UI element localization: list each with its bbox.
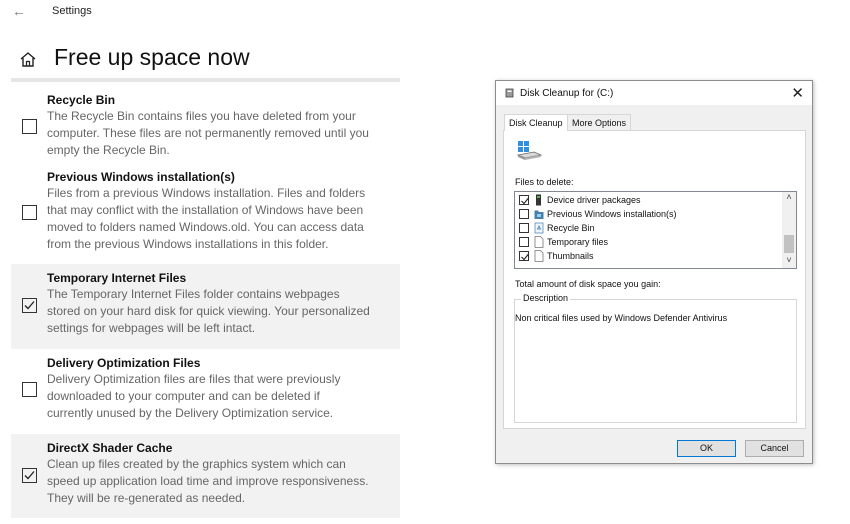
delivery-optimization-checkbox[interactable] <box>22 382 37 397</box>
item-description: The Temporary Internet Files folder cont… <box>47 286 392 337</box>
list-item-previous-windows[interactable]: Previous Windows installation(s) Files f… <box>11 163 400 264</box>
total-space-label: Total amount of disk space you gain: <box>515 279 661 289</box>
file-name: Previous Windows installation(s) <box>547 209 677 219</box>
directx-shader-cache-checkbox[interactable] <box>22 468 37 483</box>
file-row-previous-windows[interactable]: Previous Windows installation(s) <box>519 208 777 222</box>
blank-file-icon <box>534 236 544 248</box>
tab-disk-cleanup[interactable]: Disk Cleanup <box>504 114 568 131</box>
disk-cleanup-app-icon <box>505 88 514 98</box>
desc-line: that may conflict with the installation … <box>47 203 364 217</box>
file-row-thumbnails[interactable]: Thumbnails <box>519 250 777 264</box>
desc-line: Files from a previous Windows installati… <box>47 186 366 200</box>
drive-icon <box>516 141 542 160</box>
desc-line: downloaded to your computer and can be d… <box>47 389 320 403</box>
page-title: Free up space now <box>54 44 250 70</box>
file-list-scrollbar[interactable]: ˄ ˅ <box>782 192 796 268</box>
tab-panel: Files to delete: Device driver packages <box>503 130 806 429</box>
desc-line: They will be re-generated as needed. <box>47 491 246 505</box>
previous-windows-checkbox[interactable] <box>22 205 37 220</box>
desc-line: speed up application load time and impro… <box>47 474 369 488</box>
back-arrow-icon[interactable]: ← <box>12 3 26 19</box>
item-title: Previous Windows installation(s) <box>47 170 235 184</box>
list-item-temporary-internet-files[interactable]: Temporary Internet Files The Temporary I… <box>11 264 400 349</box>
cancel-button[interactable]: Cancel <box>745 440 804 457</box>
file-row-device-driver-packages[interactable]: Device driver packages <box>519 194 777 208</box>
home-icon[interactable] <box>19 51 37 67</box>
checkmark-icon <box>521 253 529 261</box>
desc-line: Delivery Optimization files are files th… <box>47 372 341 386</box>
cleanup-items-list: Recycle Bin The Recycle Bin contains fil… <box>11 86 400 518</box>
temporary-internet-files-checkbox[interactable] <box>22 298 37 313</box>
scroll-down-icon[interactable]: ˅ <box>782 255 796 268</box>
desc-line: empty the Recycle Bin. <box>47 143 170 157</box>
desc-line: settings for webpages will be left intac… <box>47 321 256 335</box>
item-description: Delivery Optimization files are files th… <box>47 371 392 422</box>
recycle-bin-checkbox[interactable] <box>22 119 37 134</box>
blank-file-icon <box>534 250 544 262</box>
close-icon[interactable]: ✕ <box>791 84 804 102</box>
desc-line: stored on your hard disk for quick viewi… <box>47 304 370 318</box>
desc-line: The Temporary Internet Files folder cont… <box>47 287 340 301</box>
recycle-bin-icon <box>534 222 544 234</box>
checkmark-icon <box>24 301 35 310</box>
file-name: Thumbnails <box>547 251 594 261</box>
file-name: Device driver packages <box>547 195 641 205</box>
file-checkbox[interactable] <box>519 223 529 233</box>
description-text: Non critical files used by Windows Defen… <box>515 313 728 323</box>
item-description: Files from a previous Windows installati… <box>47 185 392 253</box>
item-title: Temporary Internet Files <box>47 271 187 285</box>
title-divider <box>11 78 400 82</box>
disk-cleanup-dialog: Disk Cleanup for (C:) ✕ Disk Cleanup Mor… <box>495 80 813 464</box>
file-name: Temporary files <box>547 237 609 247</box>
desc-line: The Recycle Bin contains files you have … <box>47 109 356 123</box>
ok-button[interactable]: OK <box>677 440 736 457</box>
item-title: Delivery Optimization Files <box>47 356 201 370</box>
file-row-temporary-files[interactable]: Temporary files <box>519 236 777 250</box>
desc-line: from the previous Windows installations … <box>47 237 329 251</box>
file-row-recycle-bin[interactable]: Recycle Bin <box>519 222 777 236</box>
desc-line: computer. These files are not permanentl… <box>47 126 369 140</box>
checkmark-icon <box>521 197 529 205</box>
desc-line: Clean up files created by the graphics s… <box>47 457 346 471</box>
tab-more-options[interactable]: More Options <box>567 114 632 130</box>
description-legend: Description <box>521 293 571 303</box>
desc-line: moved to folders named Windows.old. You … <box>47 220 364 234</box>
list-item-recycle-bin[interactable]: Recycle Bin The Recycle Bin contains fil… <box>11 86 400 163</box>
list-item-delivery-optimization[interactable]: Delivery Optimization Files Delivery Opt… <box>11 349 400 434</box>
dialog-titlebar[interactable]: Disk Cleanup for (C:) ✕ <box>496 81 812 105</box>
desc-line: currently unused by the Delivery Optimiz… <box>47 406 334 420</box>
checkmark-icon <box>24 471 35 480</box>
file-checkbox[interactable] <box>519 251 529 261</box>
device-driver-icon <box>536 194 541 206</box>
files-to-delete-label: Files to delete: <box>515 177 574 187</box>
item-title: Recycle Bin <box>47 93 116 107</box>
description-group: Description Non critical files used by W… <box>514 293 797 423</box>
scroll-up-icon[interactable]: ˄ <box>782 192 796 205</box>
list-item-directx-shader-cache[interactable]: DirectX Shader Cache Clean up files crea… <box>11 434 400 518</box>
item-title: DirectX Shader Cache <box>47 441 173 455</box>
scrollbar-thumb[interactable] <box>784 235 794 253</box>
file-name: Recycle Bin <box>547 223 595 233</box>
files-to-delete-list[interactable]: Device driver packages Previous Windows … <box>514 191 797 269</box>
item-description: Clean up files created by the graphics s… <box>47 456 392 507</box>
item-description: The Recycle Bin contains files you have … <box>47 108 392 159</box>
app-title: Settings <box>52 5 92 17</box>
file-checkbox[interactable] <box>519 209 529 219</box>
dialog-title: Disk Cleanup for (C:) <box>520 88 614 99</box>
file-checkbox[interactable] <box>519 237 529 247</box>
file-checkbox[interactable] <box>519 195 529 205</box>
windows-folder-icon <box>534 210 544 219</box>
